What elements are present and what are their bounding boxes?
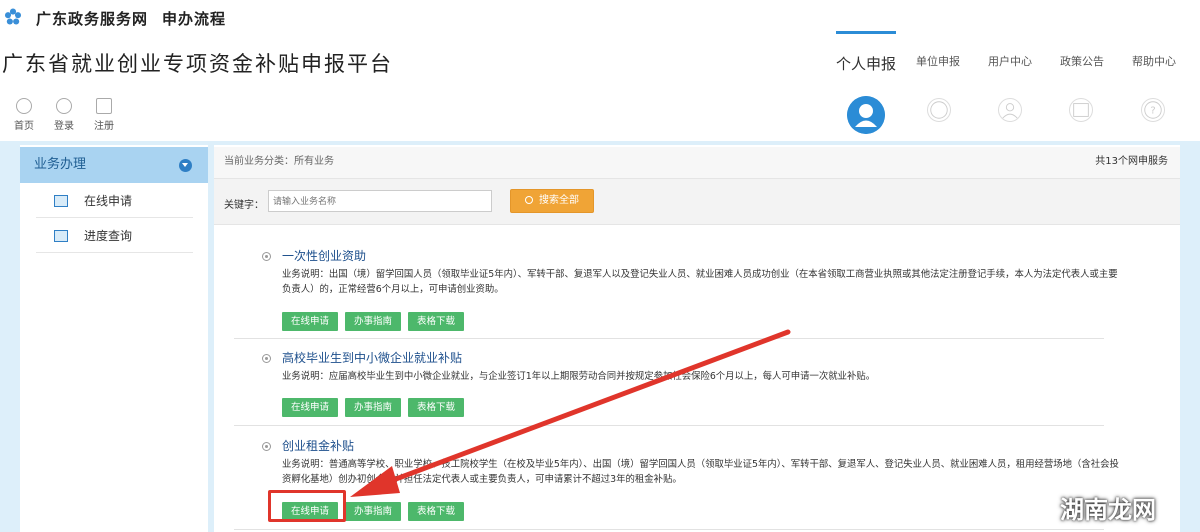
home-icon xyxy=(16,98,32,114)
keyword-input[interactable] xyxy=(268,190,492,212)
quick-register[interactable]: 注册 xyxy=(89,98,119,132)
service-title[interactable]: 创业租金补贴 xyxy=(282,437,354,454)
progress-query-icon xyxy=(54,230,68,242)
nav-personal[interactable]: 个人申报 xyxy=(836,53,896,74)
service-actions: 在线申请 办事指南 表格下载 xyxy=(282,309,471,331)
divider xyxy=(234,338,1104,339)
search-bar: 关键字： 搜索全部 xyxy=(214,179,1180,225)
quick-register-label: 注册 xyxy=(94,121,114,132)
sidebar-header-label: 业务办理 xyxy=(34,157,87,172)
keyword-label: 关键字： xyxy=(224,200,264,211)
quick-home-label: 首页 xyxy=(14,121,34,132)
form-download-button[interactable]: 表格下载 xyxy=(408,502,464,521)
svg-text:?: ? xyxy=(1150,106,1155,117)
service-actions: 在线申请 办事指南 表格下载 xyxy=(282,395,471,417)
form-download-button[interactable]: 表格下载 xyxy=(408,398,464,417)
service-item: 一次性创业资助 业务说明：出国（境）留学回国人员（领取毕业证5年内）、军转干部、… xyxy=(258,247,1146,337)
sidebar-item-label: 进度查询 xyxy=(84,229,133,243)
policy-icon[interactable] xyxy=(1069,98,1093,122)
register-icon xyxy=(96,98,112,114)
online-apply-button[interactable]: 在线申请 xyxy=(282,312,338,331)
bullet-icon xyxy=(262,442,271,451)
guide-button[interactable]: 办事指南 xyxy=(345,312,401,331)
sidebar-item-progress-query[interactable]: 进度查询 xyxy=(36,219,193,253)
service-description: 业务说明：应届高校毕业生到中小微企业就业，与企业签订1年以上期限劳动合同并按规定… xyxy=(282,371,876,382)
watermark: 湖南龙网 xyxy=(1060,496,1156,524)
divider xyxy=(234,425,1104,426)
help-icon[interactable]: ? xyxy=(1141,98,1165,122)
nav-user-center[interactable]: 用户中心 xyxy=(988,53,1032,69)
breadcrumb: 当前业务分类：所有业务 xyxy=(214,147,1180,179)
search-icon xyxy=(525,196,533,204)
login-icon xyxy=(56,98,72,114)
search-button-label: 搜索全部 xyxy=(539,195,579,206)
guide-button[interactable]: 办事指南 xyxy=(345,398,401,417)
breadcrumb-text: 当前业务分类：所有业务 xyxy=(224,156,334,167)
platform-title: 广东省就业创业专项资金补贴申报平台 xyxy=(2,52,393,76)
user-center-icon[interactable] xyxy=(998,98,1022,122)
chevron-down-icon[interactable] xyxy=(179,159,192,172)
annotation-highlight-box xyxy=(268,490,346,522)
sidebar-item-label: 在线申请 xyxy=(84,194,133,208)
nav-policy[interactable]: 政策公告 xyxy=(1060,53,1104,69)
nav-unit[interactable]: 单位申报 xyxy=(916,53,960,69)
service-title[interactable]: 高校毕业生到中小微企业就业补贴 xyxy=(282,349,462,366)
sidebar: 业务办理 在线申请 进度查询 xyxy=(20,145,208,532)
site-sub-link[interactable]: 申办流程 xyxy=(162,8,226,29)
main-panel: 当前业务分类：所有业务 共13个网申服务 关键字： 搜索全部 一次性创业资助 业… xyxy=(214,145,1180,532)
site-name[interactable]: 广东政务服务网 xyxy=(36,8,148,29)
online-apply-button[interactable]: 在线申请 xyxy=(282,398,338,417)
bullet-icon xyxy=(262,252,271,261)
sidebar-header[interactable]: 业务办理 xyxy=(20,147,208,183)
quick-login[interactable]: 登录 xyxy=(49,98,79,132)
service-description: 业务说明：普通高等学校、职业学校、技工院校学生（在校及毕业5年内）、出国（境）留… xyxy=(282,459,1119,485)
service-count: 共13个网申服务 xyxy=(1095,156,1168,167)
guide-button[interactable]: 办事指南 xyxy=(345,502,401,521)
quick-login-label: 登录 xyxy=(54,121,74,132)
divider xyxy=(234,529,1104,530)
service-item: 创业租金补贴 业务说明：普通高等学校、职业学校、技工院校学生（在校及毕业5年内）… xyxy=(258,437,1146,527)
guangdong-logo-icon xyxy=(4,8,22,25)
quick-home[interactable]: 首页 xyxy=(9,98,39,132)
online-apply-icon xyxy=(54,195,68,207)
personal-user-icon[interactable] xyxy=(847,96,885,134)
service-description: 业务说明：出国（境）留学回国人员（领取毕业证5年内）、军转干部、复退军人以及登记… xyxy=(282,269,1118,295)
nav-active-indicator xyxy=(836,31,896,34)
search-all-button[interactable]: 搜索全部 xyxy=(510,189,594,213)
unit-icon[interactable] xyxy=(927,98,951,122)
bullet-icon xyxy=(262,354,271,363)
top-bar: 广东政务服务网 申办流程 xyxy=(0,0,1200,36)
sidebar-item-online-apply[interactable]: 在线申请 xyxy=(36,184,193,218)
form-download-button[interactable]: 表格下载 xyxy=(408,312,464,331)
service-item: 高校毕业生到中小微企业就业补贴 业务说明：应届高校毕业生到中小微企业就业，与企业… xyxy=(258,349,1146,419)
service-title[interactable]: 一次性创业资助 xyxy=(282,247,366,264)
nav-help[interactable]: 帮助中心 xyxy=(1132,53,1176,69)
